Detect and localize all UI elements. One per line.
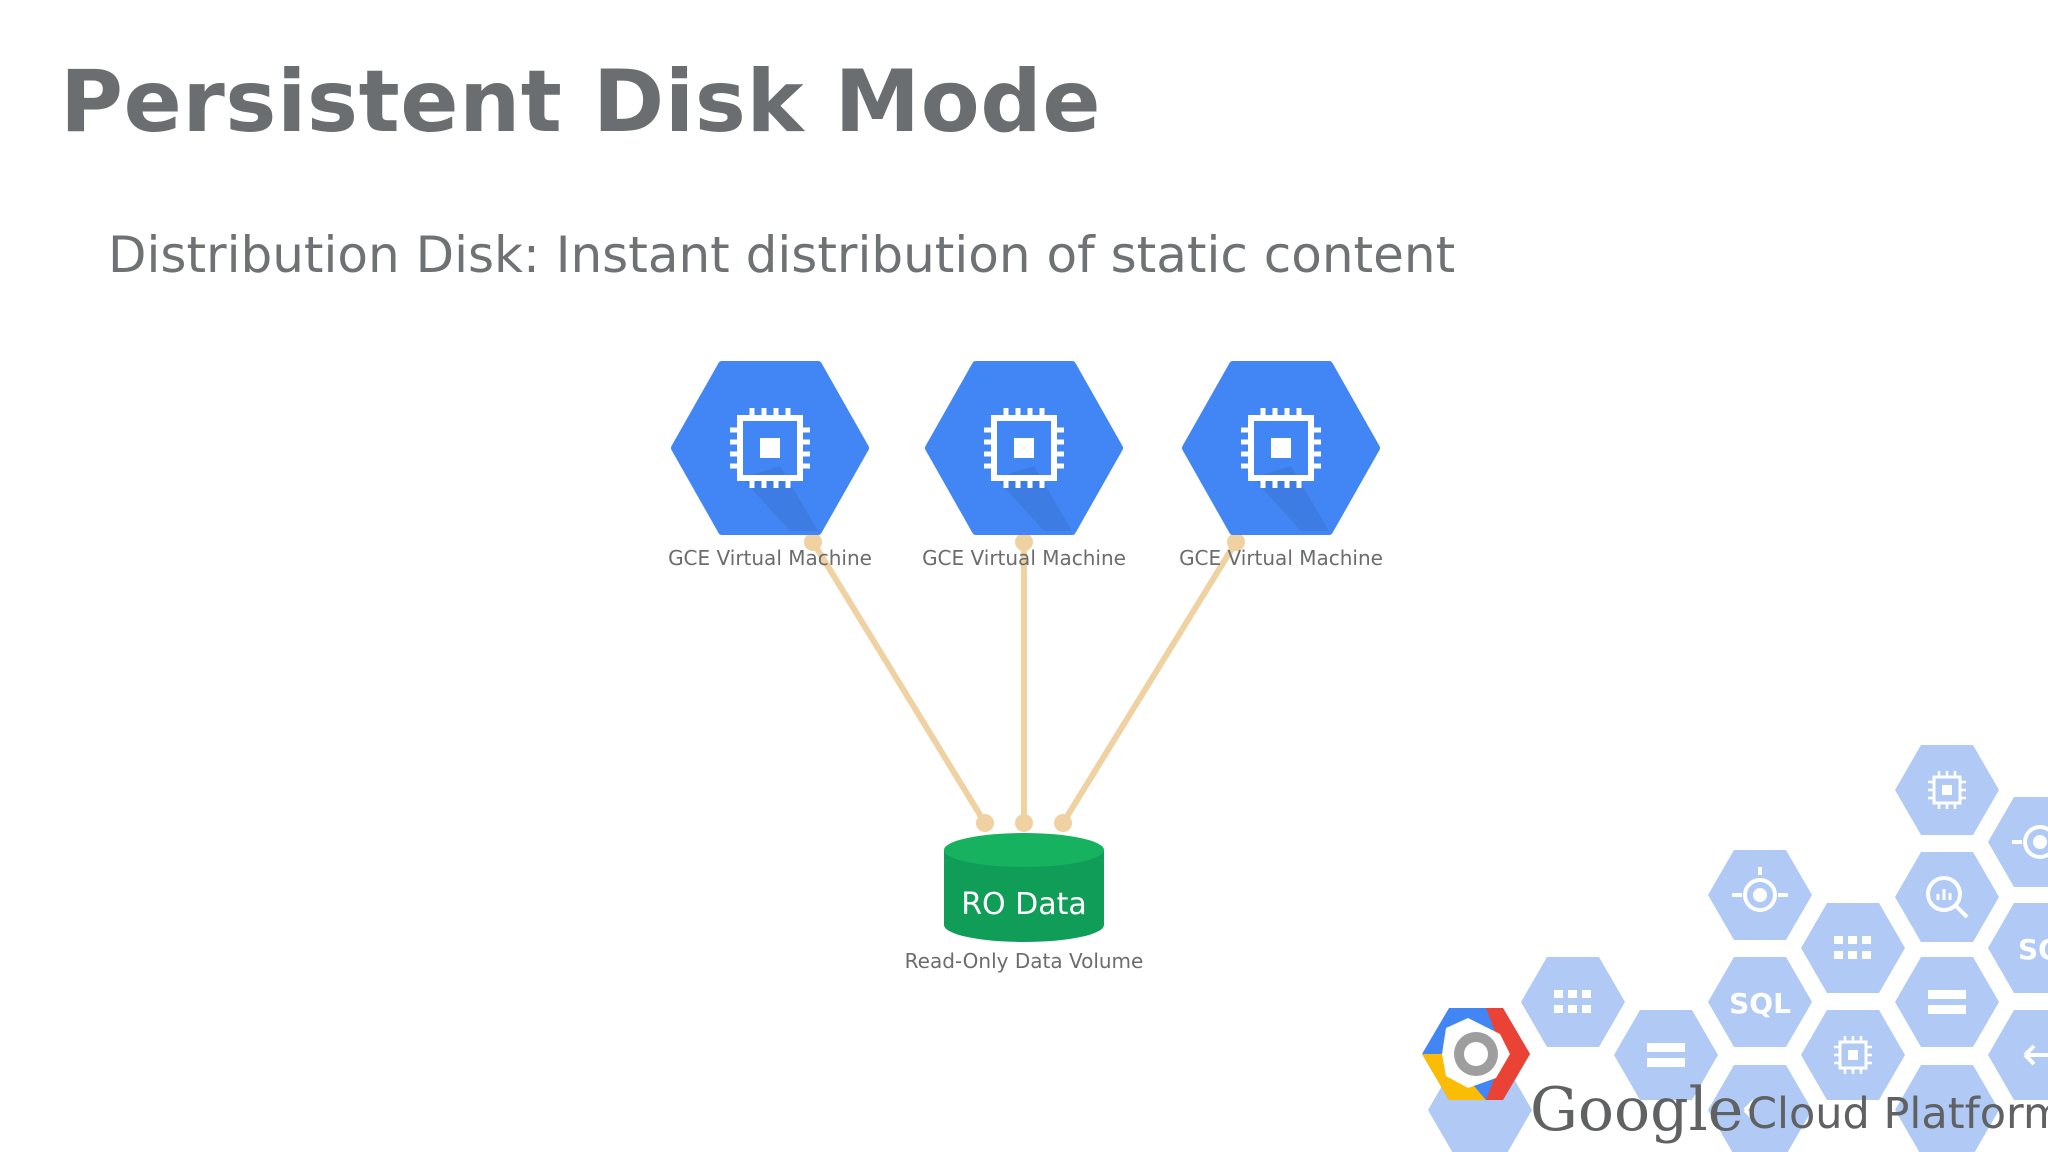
branding-hex bbox=[1895, 957, 1999, 1047]
vm-label: GCE Virtual Machine bbox=[922, 546, 1126, 570]
vm-label: GCE Virtual Machine bbox=[668, 546, 872, 570]
cpu-chip-icon bbox=[730, 408, 810, 488]
connector-dot bbox=[1054, 814, 1072, 832]
connector-vm3-to-volume bbox=[1060, 539, 1239, 826]
diagram-canvas: GCE Virtual Machine GCE Virtual Machine … bbox=[668, 361, 2048, 1152]
ro-data-volume: RO Data Read-Only Data Volume bbox=[905, 833, 1144, 973]
branding-hex bbox=[1895, 852, 1999, 942]
cloud-platform-wordmark: Cloud Platform bbox=[1747, 1089, 2048, 1139]
volume-top bbox=[944, 833, 1104, 867]
google-wordmark: Google bbox=[1530, 1075, 1743, 1145]
branding-hex bbox=[1521, 957, 1625, 1047]
sql-icon: SQL bbox=[1729, 987, 1791, 1020]
volume-name: RO Data bbox=[961, 887, 1087, 922]
slide: Persistent Disk Mode Distribution Disk: … bbox=[0, 0, 2048, 1152]
volume-label: Read-Only Data Volume bbox=[905, 949, 1144, 973]
branding-hex bbox=[1801, 903, 1905, 993]
vm-node: GCE Virtual Machine bbox=[668, 361, 872, 570]
cpu-chip-icon bbox=[984, 408, 1064, 488]
connector-vm1-to-volume bbox=[810, 539, 988, 826]
cpu-chip-icon bbox=[1834, 1036, 1872, 1074]
vm-node: GCE Virtual Machine bbox=[1179, 361, 1383, 570]
connector-dot bbox=[1015, 814, 1033, 832]
connectors bbox=[804, 533, 1245, 832]
cpu-chip-icon bbox=[1928, 771, 1966, 809]
vm-label: GCE Virtual Machine bbox=[1179, 546, 1383, 570]
sql-icon: SQ bbox=[2018, 933, 2048, 966]
cpu-chip-icon bbox=[1241, 408, 1321, 488]
connector-dot bbox=[976, 814, 994, 832]
